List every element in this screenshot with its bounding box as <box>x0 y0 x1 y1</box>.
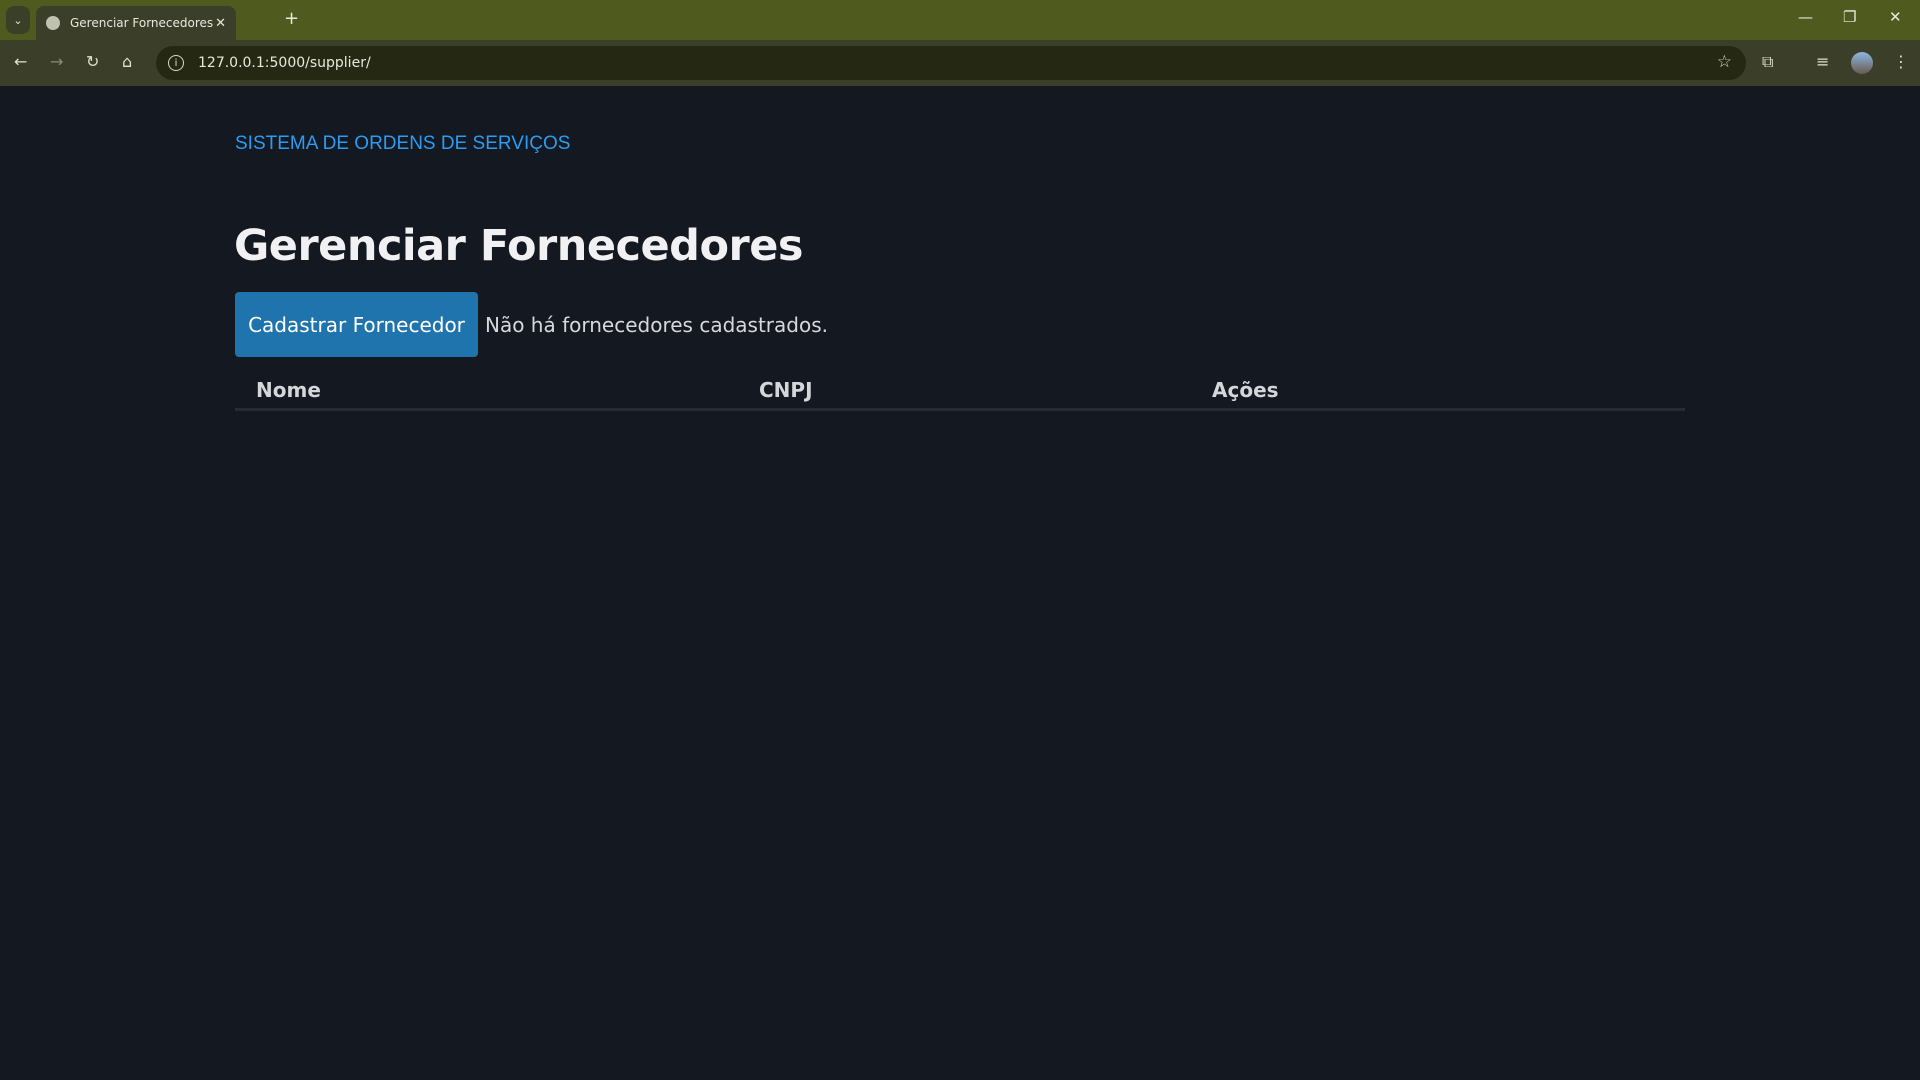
menu-icon[interactable]: ⋮ <box>1893 52 1909 71</box>
add-supplier-button[interactable]: Cadastrar Fornecedor <box>235 292 478 357</box>
back-icon[interactable]: ← <box>14 52 27 71</box>
column-header-nome: Nome <box>256 378 321 402</box>
column-header-cnpj: CNPJ <box>759 378 813 402</box>
page-title: Gerenciar Fornecedores <box>234 221 803 271</box>
home-icon[interactable]: ⌂ <box>122 52 132 71</box>
forward-icon[interactable]: → <box>50 52 63 71</box>
empty-message: Não há fornecedores cadastrados. <box>485 313 828 337</box>
globe-icon <box>46 16 60 30</box>
browser-tab[interactable]: Gerenciar Fornecedores ✕ <box>36 6 236 40</box>
close-window-icon[interactable]: ✕ <box>1889 8 1902 26</box>
extensions-icon[interactable]: ⧉ <box>1762 52 1773 72</box>
close-tab-icon[interactable]: ✕ <box>215 16 226 31</box>
suppliers-table: Nome CNPJ Ações <box>235 366 1685 411</box>
address-bar[interactable]: i 127.0.0.1:5000/supplier/ ☆ <box>156 46 1746 80</box>
browser-toolbar: ← → ↻ ⌂ i 127.0.0.1:5000/supplier/ ☆ ⧉ ≡… <box>0 40 1920 86</box>
tab-title: Gerenciar Fornecedores <box>70 16 214 30</box>
restore-icon[interactable]: ❐ <box>1843 8 1856 26</box>
page-content: SISTEMA DE ORDENS DE SERVIÇOS Gerenciar … <box>0 86 1920 1080</box>
bookmark-star-icon[interactable]: ☆ <box>1717 52 1732 72</box>
minimize-icon[interactable]: — <box>1798 8 1813 26</box>
profile-avatar[interactable] <box>1851 52 1873 74</box>
reload-icon[interactable]: ↻ <box>86 52 99 71</box>
new-tab-button[interactable]: + <box>284 8 299 29</box>
brand-link[interactable]: SISTEMA DE ORDENS DE SERVIÇOS <box>235 133 570 155</box>
site-info-icon[interactable]: i <box>168 55 184 71</box>
column-header-acoes: Ações <box>1212 378 1279 402</box>
browser-tab-bar: ⌄ Gerenciar Fornecedores ✕ + — ❐ ✕ <box>0 0 1920 40</box>
tab-search-button[interactable]: ⌄ <box>6 6 30 34</box>
url-text: 127.0.0.1:5000/supplier/ <box>198 55 371 71</box>
media-icon[interactable]: ≡ <box>1816 52 1829 71</box>
